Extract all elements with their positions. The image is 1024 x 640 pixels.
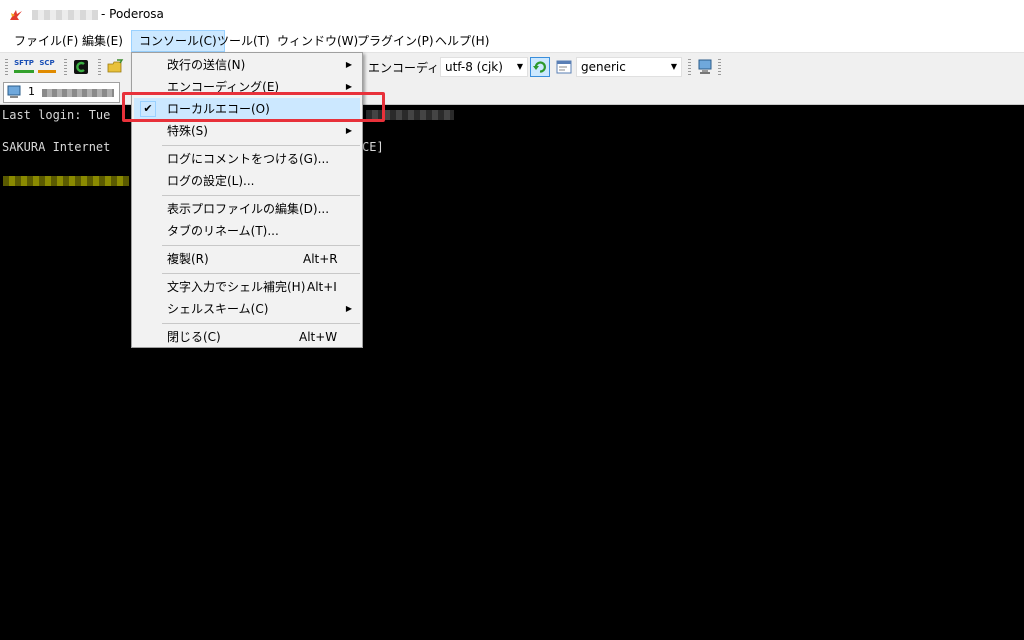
menu-item-log-settings[interactable]: ログの設定(L)... [134, 170, 360, 192]
menu-file[interactable]: ファイル(F) [7, 30, 85, 52]
menu-item-label: タブのリネーム(T)... [167, 224, 279, 238]
computer-icon[interactable] [696, 58, 714, 76]
menu-separator [162, 145, 360, 146]
menu-item-close[interactable]: 閉じる(C) Alt+W [134, 326, 360, 348]
title-bar: - Poderosa [0, 0, 1024, 30]
submenu-arrow-icon: ▶ [345, 304, 352, 313]
menu-separator [162, 195, 360, 196]
menu-item-log-comment[interactable]: ログにコメントをつける(G)... [134, 148, 360, 170]
menu-item-label: 特殊(S) [167, 124, 208, 138]
terminal-type-value: generic [581, 60, 626, 74]
menu-item-label: 改行の送信(N) [167, 58, 246, 72]
toolbar-grip[interactable] [5, 59, 8, 75]
menu-separator [162, 323, 360, 324]
submenu-arrow-icon: ▶ [345, 60, 352, 69]
chevron-down-icon: ▼ [516, 62, 523, 71]
tab-label: 1 [28, 85, 35, 98]
terminal-line: CE] [362, 140, 384, 154]
menu-item-shortcut: Alt+I [307, 280, 337, 294]
menu-bar: ファイル(F) 編集(E) コンソール(C) ツール(T) ウィンドウ(W) プ… [0, 30, 1024, 52]
menu-item-label: ログにコメントをつける(G)... [167, 152, 330, 166]
highlight-annotation [122, 92, 385, 122]
title-redacted [32, 10, 98, 20]
toolbar-grip[interactable] [98, 59, 101, 75]
encoding-select[interactable]: utf-8 (cjk) ▼ [440, 57, 528, 77]
menu-item-label: 表示プロファイルの編集(D)... [167, 202, 330, 216]
tab-session-1[interactable]: 1 [3, 82, 120, 103]
menu-item-duplicate[interactable]: 複製(R) Alt+R [134, 248, 360, 270]
open-folder-icon[interactable] [106, 58, 124, 76]
menu-separator [162, 273, 360, 274]
menu-item-label: 閉じる(C) [167, 330, 221, 344]
menu-item-label: 複製(R) [167, 252, 209, 266]
terminal-settings-icon[interactable] [555, 58, 573, 76]
sftp-label: SFTP [14, 59, 34, 67]
menu-item-rename-tab[interactable]: タブのリネーム(T)... [134, 220, 360, 242]
scp-button[interactable]: SCP [38, 58, 56, 76]
menu-item-label: 文字入力でシェル補完(H) [167, 280, 306, 294]
menu-tools[interactable]: ツール(T) [210, 30, 277, 52]
toolbar-grip[interactable] [64, 59, 67, 75]
menu-edit[interactable]: 編集(E) [75, 30, 130, 52]
menu-item-shortcut: Alt+W [299, 330, 338, 344]
menu-item-send-newline[interactable]: 改行の送信(N) ▶ [134, 54, 360, 76]
menu-item-edit-profile[interactable]: 表示プロファイルの編集(D)... [134, 198, 360, 220]
refresh-icon[interactable] [530, 57, 550, 77]
session-icon [7, 85, 21, 98]
window-title: - Poderosa [101, 7, 164, 21]
encoding-value: utf-8 (cjk) [445, 60, 503, 74]
terminal-prompt-redacted [3, 176, 129, 186]
toolbar-grip[interactable] [688, 59, 691, 75]
cygwin-icon[interactable] [72, 58, 90, 76]
menu-separator [162, 245, 360, 246]
menu-item-special[interactable]: 特殊(S) ▶ [134, 120, 360, 142]
submenu-arrow-icon: ▶ [345, 126, 352, 135]
menu-help[interactable]: ヘルプ(H) [428, 30, 496, 52]
menu-item-shell-scheme[interactable]: シェルスキーム(C) ▶ [134, 298, 360, 320]
terminal-line: SAKURA Internet [2, 140, 111, 154]
menu-item-label: ログの設定(L)... [167, 174, 255, 188]
menu-item-shell-complete[interactable]: 文字入力でシェル補完(H) Alt+I [134, 276, 360, 298]
menu-item-label: シェルスキーム(C) [167, 302, 269, 316]
scp-label: SCP [39, 59, 55, 67]
poderosa-logo-icon [10, 10, 22, 20]
chevron-down-icon: ▼ [670, 62, 677, 71]
sftp-button[interactable]: SFTP [14, 58, 34, 76]
terminal-line: Last login: Tue [2, 108, 111, 122]
toolbar-grip[interactable] [718, 59, 721, 75]
menu-item-shortcut: Alt+R [303, 252, 338, 266]
terminal-type-select[interactable]: generic ▼ [576, 57, 682, 77]
tab-title-redacted [42, 89, 114, 97]
